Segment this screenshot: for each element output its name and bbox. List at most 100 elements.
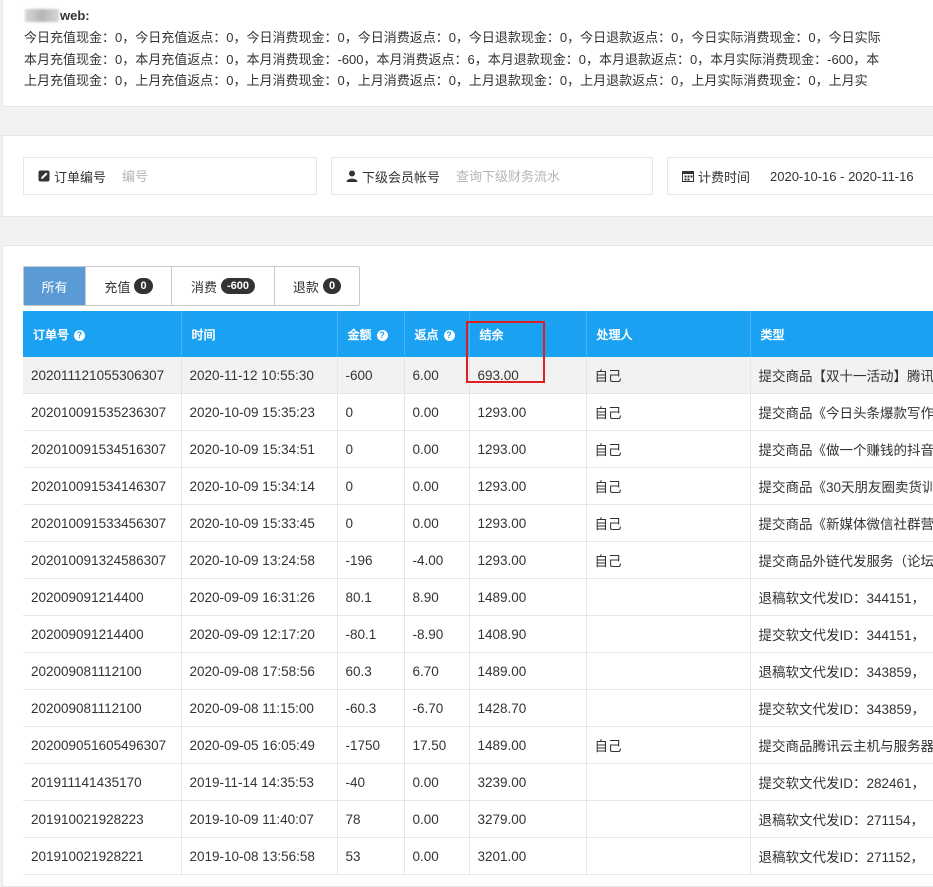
- type-tabs: 所有 充值 0 消费 -600 退款 0: [23, 266, 360, 306]
- tab-consume[interactable]: 消费 -600: [172, 267, 275, 305]
- cell-type: 提交商品《30天朋友圈卖货训: [750, 467, 933, 505]
- user-icon: [346, 170, 358, 182]
- header-balance: 结余: [469, 311, 587, 357]
- cell-type: 退稿软文代发ID：271154，: [750, 800, 933, 838]
- cell-handler: [586, 615, 751, 653]
- cell-amount: -80.1: [337, 615, 405, 653]
- cell-handler: 自己: [586, 357, 751, 394]
- cell-type: 退稿软文代发ID：344151，: [750, 578, 933, 616]
- cell-rebate: -6.70: [404, 689, 470, 727]
- cell-rebate: 0.00: [404, 393, 470, 431]
- cell-balance: 3279.00: [469, 800, 587, 838]
- cell-rebate: 17.50: [404, 726, 470, 764]
- cell-time: 2020-09-08 11:15:00: [181, 689, 338, 727]
- cell-handler: [586, 689, 751, 727]
- cell-order-number: 202010091534516307: [23, 430, 182, 468]
- billing-time-value[interactable]: 2020-10-16 - 2020-11-16: [770, 169, 914, 184]
- cell-time: 2019-11-14 14:35:53: [181, 763, 338, 801]
- table-row[interactable]: 202010091534516307 2020-10-09 15:34:51 0 0.…: [23, 430, 933, 468]
- cell-type: 提交商品《新媒体微信社群营: [750, 504, 933, 542]
- cell-order-number: 202009091214400: [23, 615, 182, 653]
- cell-handler: 自己: [586, 726, 751, 764]
- cell-amount: 53: [337, 837, 405, 875]
- cell-order-number: 202010091534146307: [23, 467, 182, 505]
- summary-last-month: 上月充值现金：0，上月充值返点：0，上月消费现金：0，上月消费返点：0，上月退款…: [24, 73, 868, 88]
- billing-time-filter[interactable]: 计费时间 2020-10-16 - 2020-11-16: [667, 157, 933, 195]
- cell-time: 2020-09-08 17:58:56: [181, 652, 338, 690]
- cell-time: 2020-11-12 10:55:30: [181, 357, 338, 394]
- table-row[interactable]: 202009091214400 2020-09-09 12:17:20 -80.1-…: [23, 615, 933, 653]
- cell-rebate: 6.00: [404, 357, 470, 394]
- cell-time: 2020-10-09 15:34:14: [181, 467, 338, 505]
- summary-today: 今日充值现金：0，今日充值返点：0，今日消费现金：0，今日消费返点：0，今日退款…: [24, 30, 881, 45]
- cell-type: 提交软文代发ID：282461，: [750, 763, 933, 801]
- calendar-icon: [682, 170, 694, 182]
- table-row[interactable]: 202009081112100 2020-09-08 11:15:00 -60.3-…: [23, 689, 933, 727]
- cell-balance: 1293.00: [469, 467, 587, 505]
- cell-amount: 78: [337, 800, 405, 838]
- header-amount: 金额?: [337, 311, 405, 357]
- table-row[interactable]: 202010091533456307 2020-10-09 15:33:45 0 0.…: [23, 504, 933, 542]
- table-row[interactable]: 202009051605496307 2020-09-05 16:05:49 -17…: [23, 726, 933, 764]
- cell-order-number: 202009081112100: [23, 689, 182, 727]
- cell-time: 2019-10-08 13:56:58: [181, 837, 338, 875]
- tab-all[interactable]: 所有: [24, 267, 86, 305]
- cell-balance: 1293.00: [469, 393, 587, 431]
- tab-recharge[interactable]: 充值 0: [86, 267, 172, 305]
- filter-panel: 订单编号 下级会员帐号 计费时间 2020-10-16 - 2020-11-16: [2, 135, 933, 217]
- tab-refund[interactable]: 退款 0: [275, 267, 359, 305]
- table-row[interactable]: 202011121055306307 2020-11-12 10:55:30 -60…: [23, 357, 933, 394]
- table-row[interactable]: 202009091214400 2020-09-09 16:31:26 80.1 8.…: [23, 578, 933, 616]
- cell-order-number: 202009051605496307: [23, 726, 182, 764]
- table-row[interactable]: 202010091535236307 2020-10-09 15:35:23 0 0.…: [23, 393, 933, 431]
- consume-amount-badge: -600: [220, 278, 256, 294]
- table-row[interactable]: 201910021928223 2019-10-09 11:40:07 78 0.00…: [23, 800, 933, 838]
- cell-handler: [586, 800, 751, 838]
- table-row[interactable]: 201910021928221 2019-10-08 13:56:58 53 0.00…: [23, 837, 933, 875]
- help-icon[interactable]: ?: [376, 329, 388, 341]
- summary-title: web:: [25, 8, 90, 23]
- cell-type: 退稿软文代发ID：271152，: [750, 837, 933, 875]
- header-type: 类型: [750, 311, 933, 357]
- cell-handler: 自己: [586, 393, 751, 431]
- cell-amount: 0: [337, 393, 405, 431]
- cell-order-number: 202009091214400: [23, 578, 182, 616]
- header-order-number: 订单号?: [23, 311, 182, 357]
- edit-icon: [38, 170, 50, 182]
- cell-handler: [586, 763, 751, 801]
- cell-balance: 1408.90: [469, 615, 587, 653]
- cell-rebate: 0.00: [404, 504, 470, 542]
- cell-balance: 1293.00: [469, 504, 587, 542]
- help-icon[interactable]: ?: [74, 329, 86, 341]
- cell-amount: 60.3: [337, 652, 405, 690]
- cell-balance: 1428.70: [469, 689, 587, 727]
- cell-rebate: -4.00: [404, 541, 470, 579]
- cell-time: 2020-10-09 13:24:58: [181, 541, 338, 579]
- cell-amount: -196: [337, 541, 405, 579]
- member-account-filter: 下级会员帐号: [331, 157, 653, 195]
- help-icon[interactable]: ?: [443, 329, 455, 341]
- cell-order-number: 202010091535236307: [23, 393, 182, 431]
- summary-this-month: 本月充值现金：0，本月充值返点：0，本月消费现金：-600，本月消费返点：6，本…: [24, 52, 880, 67]
- table-row[interactable]: 202010091534146307 2020-10-09 15:34:14 0 0.…: [23, 467, 933, 505]
- cell-amount: -600: [337, 357, 405, 394]
- cell-balance: 693.00: [469, 357, 587, 394]
- cell-handler: [586, 652, 751, 690]
- cell-rebate: 8.90: [404, 578, 470, 616]
- cell-order-number: 202010091324586307: [23, 541, 182, 579]
- cell-order-number: 202010091533456307: [23, 504, 182, 542]
- cell-type: 退稿软文代发ID：343859，: [750, 652, 933, 690]
- transactions-table: 订单号? 时间 金额? 返点? 结余 处理人 类型 20201112105530…: [23, 311, 933, 875]
- cell-rebate: 6.70: [404, 652, 470, 690]
- member-account-input[interactable]: [454, 167, 639, 185]
- table-row[interactable]: 202010091324586307 2020-10-09 13:24:58 -19…: [23, 541, 933, 579]
- cell-order-number: 202011121055306307: [23, 357, 182, 394]
- cell-handler: [586, 837, 751, 875]
- table-row[interactable]: 202009081112100 2020-09-08 17:58:56 60.3 6.…: [23, 652, 933, 690]
- member-account-label: 下级会员帐号: [362, 169, 441, 185]
- cell-handler: 自己: [586, 541, 751, 579]
- cell-handler: 自己: [586, 504, 751, 542]
- cell-rebate: 0.00: [404, 430, 470, 468]
- table-row[interactable]: 201911141435170 2019-11-14 14:35:53 -40 0.0…: [23, 763, 933, 801]
- order-number-input[interactable]: [120, 167, 295, 185]
